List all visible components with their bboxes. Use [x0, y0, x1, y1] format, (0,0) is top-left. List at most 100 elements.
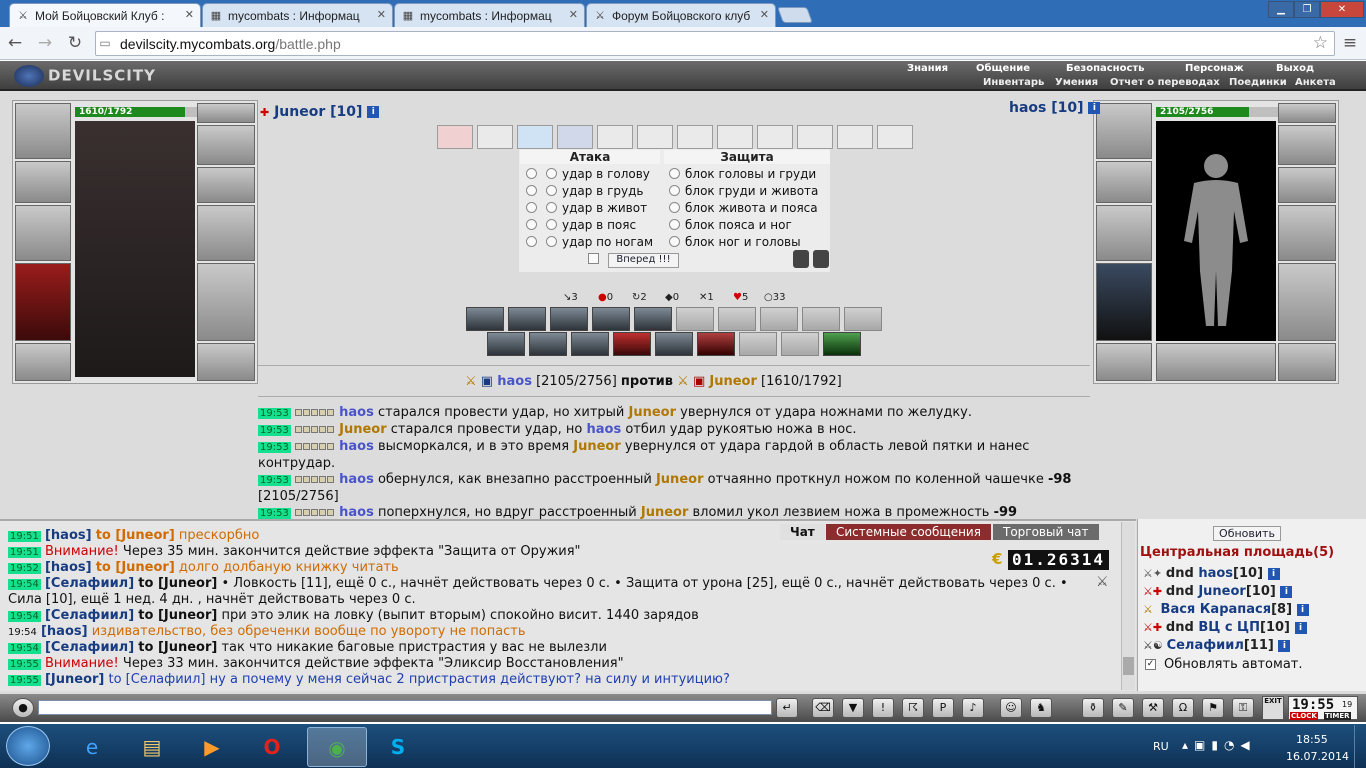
- chat-scrollbar[interactable]: [1121, 522, 1135, 690]
- skill-icon[interactable]: [487, 332, 525, 356]
- filter-icon[interactable]: ▼: [842, 698, 864, 718]
- forward-button[interactable]: Вперед !!!: [608, 253, 679, 268]
- leggings-slot[interactable]: [197, 263, 255, 341]
- player-list-item[interactable]: ⚔✦ dnd haos[10] i: [1143, 566, 1280, 581]
- weapon-slot[interactable]: [15, 205, 71, 261]
- skype-icon[interactable]: S: [370, 727, 426, 767]
- language-indicator[interactable]: RU: [1153, 740, 1169, 753]
- minimize-window-button[interactable]: ▁: [1268, 1, 1294, 18]
- boots-slot[interactable]: [1278, 343, 1336, 381]
- bag-icon[interactable]: ⚱: [1082, 698, 1104, 718]
- close-window-button[interactable]: ✕: [1320, 1, 1364, 18]
- helmet-icon[interactable]: ♞: [1030, 698, 1052, 718]
- skill-icon-disabled[interactable]: [739, 332, 777, 356]
- bracers-slot[interactable]: [15, 161, 71, 203]
- lock-icon[interactable]: ⚿: [1232, 698, 1254, 718]
- heal-scroll-icon[interactable]: [437, 125, 473, 149]
- versus-left-name[interactable]: haos: [497, 374, 532, 389]
- start-button[interactable]: [6, 726, 50, 766]
- browser-tab[interactable]: ⚔ Форум Бойцовского клуб ✕: [586, 3, 776, 27]
- opera-icon[interactable]: O: [244, 727, 300, 767]
- skill-icon[interactable]: [592, 307, 630, 331]
- skill-icon[interactable]: [655, 332, 693, 356]
- walk-icon[interactable]: ☈: [902, 698, 924, 718]
- back-icon[interactable]: ←: [4, 32, 26, 54]
- wrench-icon[interactable]: ⚒: [1142, 698, 1164, 718]
- browser-tab-active[interactable]: ⚔ Мой Бойцовский Клуб : ✕: [9, 3, 201, 27]
- defense-radio[interactable]: [669, 168, 680, 179]
- skill-icon[interactable]: [697, 332, 735, 356]
- tray-icons[interactable]: ▴▣▮◔◀: [1182, 738, 1256, 752]
- opponent-name[interactable]: haos: [1009, 100, 1046, 116]
- nav-fights[interactable]: Поединки: [1229, 77, 1287, 88]
- attack-radio-2[interactable]: [546, 236, 557, 247]
- attack-radio-2[interactable]: [546, 168, 557, 179]
- chat-input[interactable]: [38, 700, 772, 715]
- earrings-slot[interactable]: [1278, 103, 1336, 123]
- maximize-window-button[interactable]: ❐: [1294, 1, 1320, 18]
- skill-icon-disabled[interactable]: [802, 307, 840, 331]
- info-icon[interactable]: i: [1296, 603, 1309, 616]
- leggings-slot[interactable]: [1278, 263, 1336, 341]
- chat-tab-trade[interactable]: Торговый чат: [993, 524, 1099, 540]
- defense-radio[interactable]: [669, 219, 680, 230]
- attack-radio-1[interactable]: [526, 236, 537, 247]
- auto-checkbox[interactable]: [588, 253, 599, 264]
- crossed-swords-icon[interactable]: ⚔: [1096, 574, 1109, 590]
- skill-icon-disabled[interactable]: [781, 332, 819, 356]
- exit-button[interactable]: EXIT: [1262, 696, 1284, 720]
- belt-slot[interactable]: [1096, 343, 1152, 381]
- skill-icon[interactable]: [550, 307, 588, 331]
- close-tab-icon[interactable]: ✕: [185, 8, 194, 21]
- earrings-slot[interactable]: [197, 103, 255, 123]
- nav-inventory[interactable]: Инвентарь: [983, 77, 1044, 88]
- cross-scroll-icon[interactable]: [477, 125, 513, 149]
- refresh-battle-icon[interactable]: [793, 250, 809, 268]
- skill-icon-disabled[interactable]: [760, 307, 798, 331]
- player-list-item[interactable]: ⚔✚ dnd Juneor[10] i: [1143, 584, 1293, 599]
- attack-radio-1[interactable]: [526, 202, 537, 213]
- forward-icon[interactable]: →: [34, 32, 56, 54]
- menu-icon[interactable]: ≡: [1339, 32, 1361, 54]
- player-list-item[interactable]: ⚔✚ dnd ВЦ с ЦП[10] i: [1143, 620, 1307, 635]
- address-bar[interactable]: ▭ devilscity.mycombats.org/battle.php ☆: [95, 31, 1335, 56]
- cards-scroll-icon[interactable]: [597, 125, 633, 149]
- auto-battle-icon[interactable]: [813, 250, 829, 268]
- defense-radio[interactable]: [669, 236, 680, 247]
- gloves-slot[interactable]: [1278, 167, 1336, 203]
- boots-slot[interactable]: [197, 343, 255, 381]
- private-icon[interactable]: P: [932, 698, 954, 718]
- nav-security[interactable]: Безопасность: [1066, 63, 1145, 74]
- empty-scroll-slot[interactable]: [677, 125, 713, 149]
- empty-scroll-slot[interactable]: [637, 125, 673, 149]
- sound-icon[interactable]: ♪: [962, 698, 984, 718]
- skill-icon[interactable]: [634, 307, 672, 331]
- amulet-slot[interactable]: [197, 125, 255, 165]
- gloves-slot[interactable]: [197, 167, 255, 203]
- horseshoe-icon[interactable]: Ω: [1172, 698, 1194, 718]
- flag-icon[interactable]: ⚑: [1202, 698, 1224, 718]
- info-icon[interactable]: i: [367, 106, 380, 118]
- skill-icon-disabled[interactable]: [844, 307, 882, 331]
- attack-radio-1[interactable]: [526, 168, 537, 179]
- shield-slot[interactable]: [1278, 205, 1336, 261]
- internet-explorer-icon[interactable]: e: [64, 727, 120, 767]
- skill-icon[interactable]: [466, 307, 504, 331]
- empty-scroll-slot[interactable]: [757, 125, 793, 149]
- skill-icon-disabled[interactable]: [676, 307, 714, 331]
- new-tab-button[interactable]: [777, 7, 813, 23]
- close-tab-icon[interactable]: ✕: [760, 8, 769, 21]
- skill-icon[interactable]: [613, 332, 651, 356]
- bookmark-star-icon[interactable]: ☆: [1313, 33, 1328, 53]
- player-name[interactable]: Juneor: [274, 104, 325, 120]
- chat-tab-main[interactable]: Чат: [780, 524, 825, 540]
- nav-transfers[interactable]: Отчет о переводах: [1110, 77, 1220, 88]
- file-explorer-icon[interactable]: ▤: [124, 727, 180, 767]
- scroll-icon[interactable]: ✎: [1112, 698, 1134, 718]
- attack-radio-2[interactable]: [546, 202, 557, 213]
- empty-scroll-slot[interactable]: [717, 125, 753, 149]
- info-icon[interactable]: i: [1088, 102, 1101, 114]
- refresh-button[interactable]: Обновить: [1213, 526, 1281, 541]
- alert-icon[interactable]: !: [872, 698, 894, 718]
- chat-scroll-thumb[interactable]: [1123, 657, 1134, 675]
